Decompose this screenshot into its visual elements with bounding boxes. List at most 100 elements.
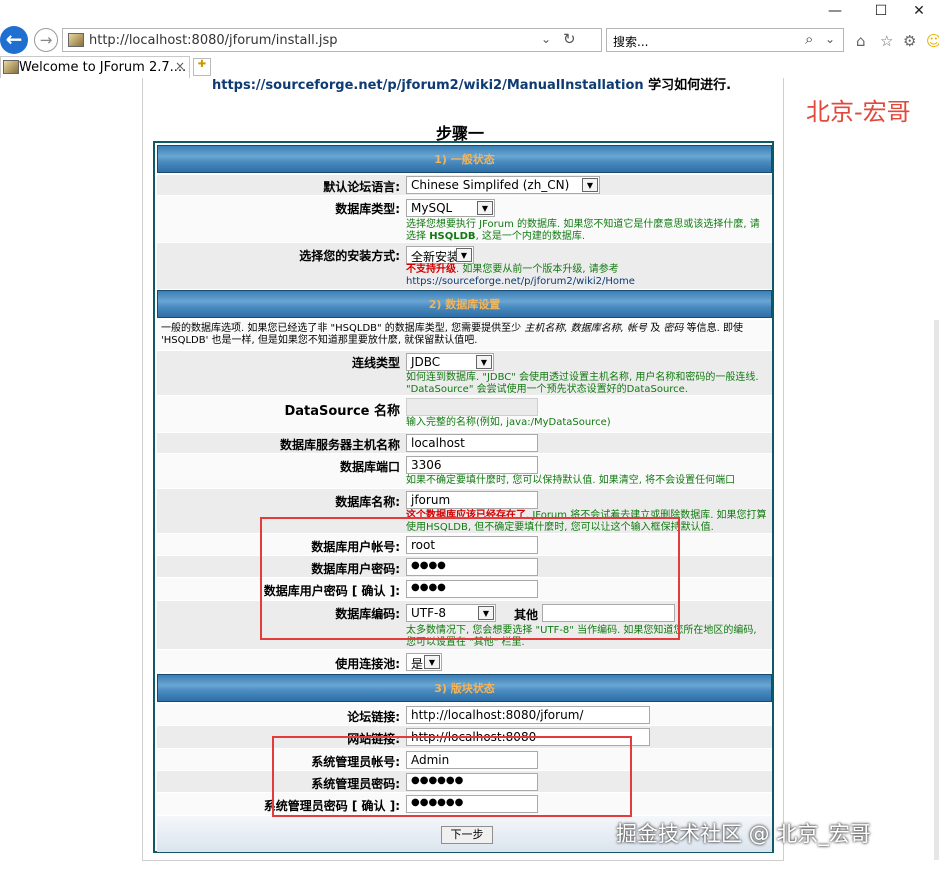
- forum-link-input[interactable]: http://localhost:8080/jforum/: [406, 706, 650, 724]
- dbtype-hint: 选择您想要执行 JForum 的数据库. 如果您不知道它是什麼意思或该选择什麼,…: [406, 219, 760, 243]
- chevron-down-icon[interactable]: ⌄: [541, 32, 551, 46]
- wiki-home-link[interactable]: https://sourceforge.net/p/jforum2/wiki2/…: [406, 276, 635, 288]
- dbtype-row: 数据库类型: MySQL ▼ 选择您想要执行 JForum 的数据库. 如果您不…: [157, 196, 772, 242]
- datasource-label: DataSource 名称: [284, 404, 400, 419]
- site-favicon-icon: [68, 33, 84, 47]
- tab-title: Welcome to JForum 2.7....: [19, 60, 187, 75]
- tab-favicon-icon: [3, 60, 19, 74]
- no-upgrade-warning: 不支持升级: [406, 264, 456, 275]
- intro-text: 一般的数据库选项. 如果您已经选了非 "HSQLDB" 的数据库类型, 您需要提…: [161, 323, 525, 334]
- section-header-general: 1) 一般状态: [157, 145, 772, 173]
- port-row: 数据库端口 3306 如果不确定要填什麼时, 您可以保持默认值. 如果清空, 将…: [157, 454, 772, 488]
- hint-line: "DataSource" 会尝试使用一个预先状态设置好的DataSource.: [406, 384, 689, 395]
- chevron-down-icon: ▼: [477, 201, 493, 215]
- favorites-star-icon[interactable]: ☆: [880, 32, 893, 50]
- datasource-hint: 输入完整的名称(例如, java:/MyDataSource): [406, 417, 611, 428]
- community-watermark: 掘金技术社区 @ 北京_宏哥: [616, 822, 871, 846]
- new-tab-icon: ✚: [197, 59, 207, 70]
- section-header-modules: 3) 版块状态: [157, 674, 772, 702]
- next-step-button[interactable]: 下一步: [441, 826, 493, 844]
- vertical-scrollbar[interactable]: [934, 320, 939, 860]
- chevron-down-icon: ▼: [582, 178, 598, 192]
- intro-line: 一般的数据库选项. 如果您已经选了非 "HSQLDB" 的数据库类型, 您需要提…: [161, 323, 743, 335]
- connection-pool-label: 使用连接池:: [335, 657, 400, 671]
- maximize-button[interactable]: ☐: [866, 3, 896, 23]
- address-bar[interactable]: http://localhost:8080/jforum/install.jsp…: [62, 28, 602, 52]
- language-label: 默认论坛语言:: [323, 180, 400, 194]
- doc-link[interactable]: https://sourceforge.net/p/jforum2/wiki2/…: [212, 78, 644, 93]
- search-icon[interactable]: ⌕: [805, 30, 813, 48]
- connection-type-value: JDBC: [411, 355, 441, 369]
- minimize-button[interactable]: —: [820, 3, 850, 23]
- hint-line: 不支持升级. 如果您要从前一个版本升级, 请参考: [406, 264, 635, 276]
- datasource-input[interactable]: [406, 398, 538, 416]
- host-label: 数据库服务器主机名称: [279, 438, 400, 452]
- connection-type-label: 连线类型: [351, 356, 400, 370]
- doc-link-line: https://sourceforge.net/p/jforum2/wiki2/…: [212, 74, 731, 93]
- port-input[interactable]: 3306: [406, 456, 538, 474]
- host-row: 数据库服务器主机名称 localhost: [157, 433, 772, 453]
- home-icon[interactable]: ⌂: [856, 32, 866, 50]
- install-type-select[interactable]: 全新安装 ▼: [406, 246, 474, 264]
- intro-text: 等信息. 即使: [683, 323, 743, 334]
- connection-pool-select[interactable]: 是 ▼: [406, 653, 442, 671]
- forum-link-row: 论坛链接: http://localhost:8080/jforum/: [157, 704, 772, 725]
- search-input[interactable]: 搜索... ⌕ ⌄: [606, 28, 844, 52]
- back-arrow-icon: ←: [5, 27, 23, 51]
- connection-type-select[interactable]: JDBC ▼: [406, 353, 494, 371]
- host-input[interactable]: localhost: [406, 434, 538, 452]
- intro-line: 'HSQLDB' 也是一样, 但是如果您不知道那里要放什麼, 就保留默认值吧.: [161, 335, 478, 346]
- address-bar-row: ← → http://localhost:8080/jforum/install…: [0, 24, 939, 56]
- hint-text: . 如果您要从前一个版本升级, 请参考: [456, 264, 619, 275]
- url-text[interactable]: http://localhost:8080/jforum/install.jsp: [89, 33, 337, 48]
- window-titlebar: — ☐ ✕: [0, 0, 939, 26]
- hsqldb-emphasis: HSQLDB: [429, 231, 476, 242]
- section-header-database: 2) 数据库设置: [157, 290, 772, 318]
- port-hint: 如果不确定要填什麼时, 您可以保持默认值. 如果清空, 将不会设置任何端口: [406, 475, 736, 486]
- close-window-button[interactable]: ✕: [904, 3, 934, 23]
- forward-button[interactable]: →: [34, 28, 58, 52]
- refresh-icon[interactable]: ↻: [563, 30, 576, 48]
- dbname-label: 数据库名称:: [335, 495, 400, 509]
- search-placeholder: 搜索...: [613, 35, 649, 49]
- author-watermark: 北京-宏哥: [806, 98, 911, 126]
- connection-type-row: 连线类型 JDBC ▼ 如何连到数据库. "JDBC" 会使用透过设置主机名称,…: [157, 351, 772, 395]
- back-button[interactable]: ←: [0, 26, 28, 54]
- smiley-feedback-icon[interactable]: ☺: [926, 32, 939, 50]
- datasource-row: DataSource 名称 输入完整的名称(例如, java:/MyDataSo…: [157, 396, 772, 432]
- database-intro: 一般的数据库选项. 如果您已经选了非 "HSQLDB" 的数据库类型, 您需要提…: [161, 323, 743, 347]
- highlight-box-admin-credentials: [272, 736, 632, 817]
- forward-arrow-icon: →: [39, 31, 53, 49]
- tab-jforum[interactable]: Welcome to JForum 2.7.... ×: [0, 56, 190, 78]
- connection-pool-value: 是: [411, 657, 424, 671]
- connection-type-hint: 如何连到数据库. "JDBC" 会使用透过设置主机名称, 用户名称和密码的一般连…: [406, 372, 759, 396]
- intro-emphasis: 主机名称, 数据库名称, 帐号: [524, 323, 648, 334]
- hint-line: 如何连到数据库. "JDBC" 会使用透过设置主机名称, 用户名称和密码的一般连…: [406, 372, 759, 383]
- dbtype-value: MySQL: [411, 201, 453, 215]
- chevron-down-icon: ▼: [456, 248, 472, 262]
- highlight-box-db-credentials: [260, 517, 680, 640]
- intro-emphasis: 密码: [663, 323, 684, 334]
- database-intro-row: 一般的数据库选项. 如果您已经选了非 "HSQLDB" 的数据库类型, 您需要提…: [157, 320, 772, 350]
- chevron-down-icon[interactable]: ⌄: [825, 32, 835, 46]
- dbname-input[interactable]: jforum: [406, 491, 538, 509]
- close-tab-icon[interactable]: ×: [175, 59, 185, 73]
- hint-line: 选择 HSQLDB, 这是一个内建的数据库.: [406, 231, 760, 243]
- language-row: 默认论坛语言: Chinese Simplifed (zh_CN) ▼: [157, 175, 772, 195]
- section-title: 1) 一般状态: [434, 153, 495, 166]
- language-select[interactable]: Chinese Simplifed (zh_CN) ▼: [406, 176, 600, 194]
- dbtype-select[interactable]: MySQL ▼: [406, 199, 495, 217]
- doc-link-tail: 学习如何进行.: [643, 78, 732, 93]
- new-tab-button[interactable]: ✚: [193, 58, 211, 76]
- language-value: Chinese Simplifed (zh_CN): [411, 178, 570, 192]
- install-type-hint: 不支持升级. 如果您要从前一个版本升级, 请参考 https://sourcef…: [406, 264, 635, 288]
- settings-gear-icon[interactable]: ⚙: [903, 32, 916, 50]
- port-label: 数据库端口: [339, 460, 400, 474]
- chevron-down-icon: ▼: [424, 655, 440, 669]
- section-title: 3) 版块状态: [434, 682, 495, 695]
- hint-line: 选择您想要执行 JForum 的数据库. 如果您不知道它是什麼意思或该选择什麼,…: [406, 219, 760, 230]
- hint-text: 选择: [406, 231, 430, 242]
- dbtype-label: 数据库类型:: [335, 202, 400, 216]
- forum-link-label: 论坛链接:: [347, 710, 400, 724]
- intro-text: 及: [647, 323, 664, 334]
